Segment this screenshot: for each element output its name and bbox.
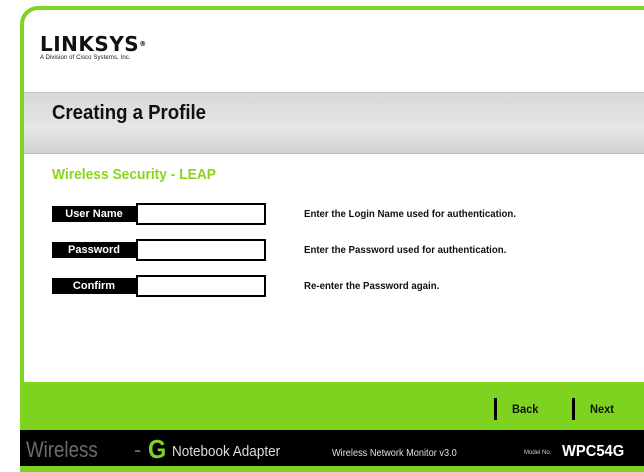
user-name-input[interactable] <box>136 203 266 225</box>
brand-dash: - <box>134 437 142 462</box>
section-title: Wireless Security - LEAP <box>52 166 217 183</box>
brand-wireless: Wireless <box>26 437 98 462</box>
nav-buttons: Back Next <box>494 398 644 422</box>
user-name-label: User Name <box>52 206 136 222</box>
page-title: Creating a Profile <box>52 102 207 124</box>
content-panel: LINKSYS® A Division of Cisco Systems, In… <box>24 10 644 382</box>
user-name-help: Enter the Login Name used for authentica… <box>304 208 517 220</box>
brand-g: G <box>148 434 167 464</box>
logo: LINKSYS® A Division of Cisco Systems, In… <box>40 34 147 61</box>
model-number: WPC54G <box>562 443 625 460</box>
password-label: Password <box>52 242 136 258</box>
app-name: Wireless Network Monitor v3.0 <box>332 448 457 459</box>
confirm-label: Confirm <box>52 278 136 294</box>
brand-product: Notebook Adapter <box>172 443 281 460</box>
password-input[interactable] <box>136 239 266 261</box>
password-help: Enter the Password used for authenticati… <box>304 244 507 256</box>
back-button[interactable]: Back <box>512 402 538 416</box>
separator <box>494 398 497 420</box>
confirm-input[interactable] <box>136 275 266 297</box>
separator <box>572 398 575 420</box>
logo-text: LINKSYS® <box>40 32 147 56</box>
model-label: Model No. <box>524 450 552 456</box>
confirm-help: Re-enter the Password again. <box>304 280 440 292</box>
next-button[interactable]: Next <box>590 402 614 416</box>
logo-tagline: A Division of Cisco Systems, Inc. <box>40 55 131 61</box>
